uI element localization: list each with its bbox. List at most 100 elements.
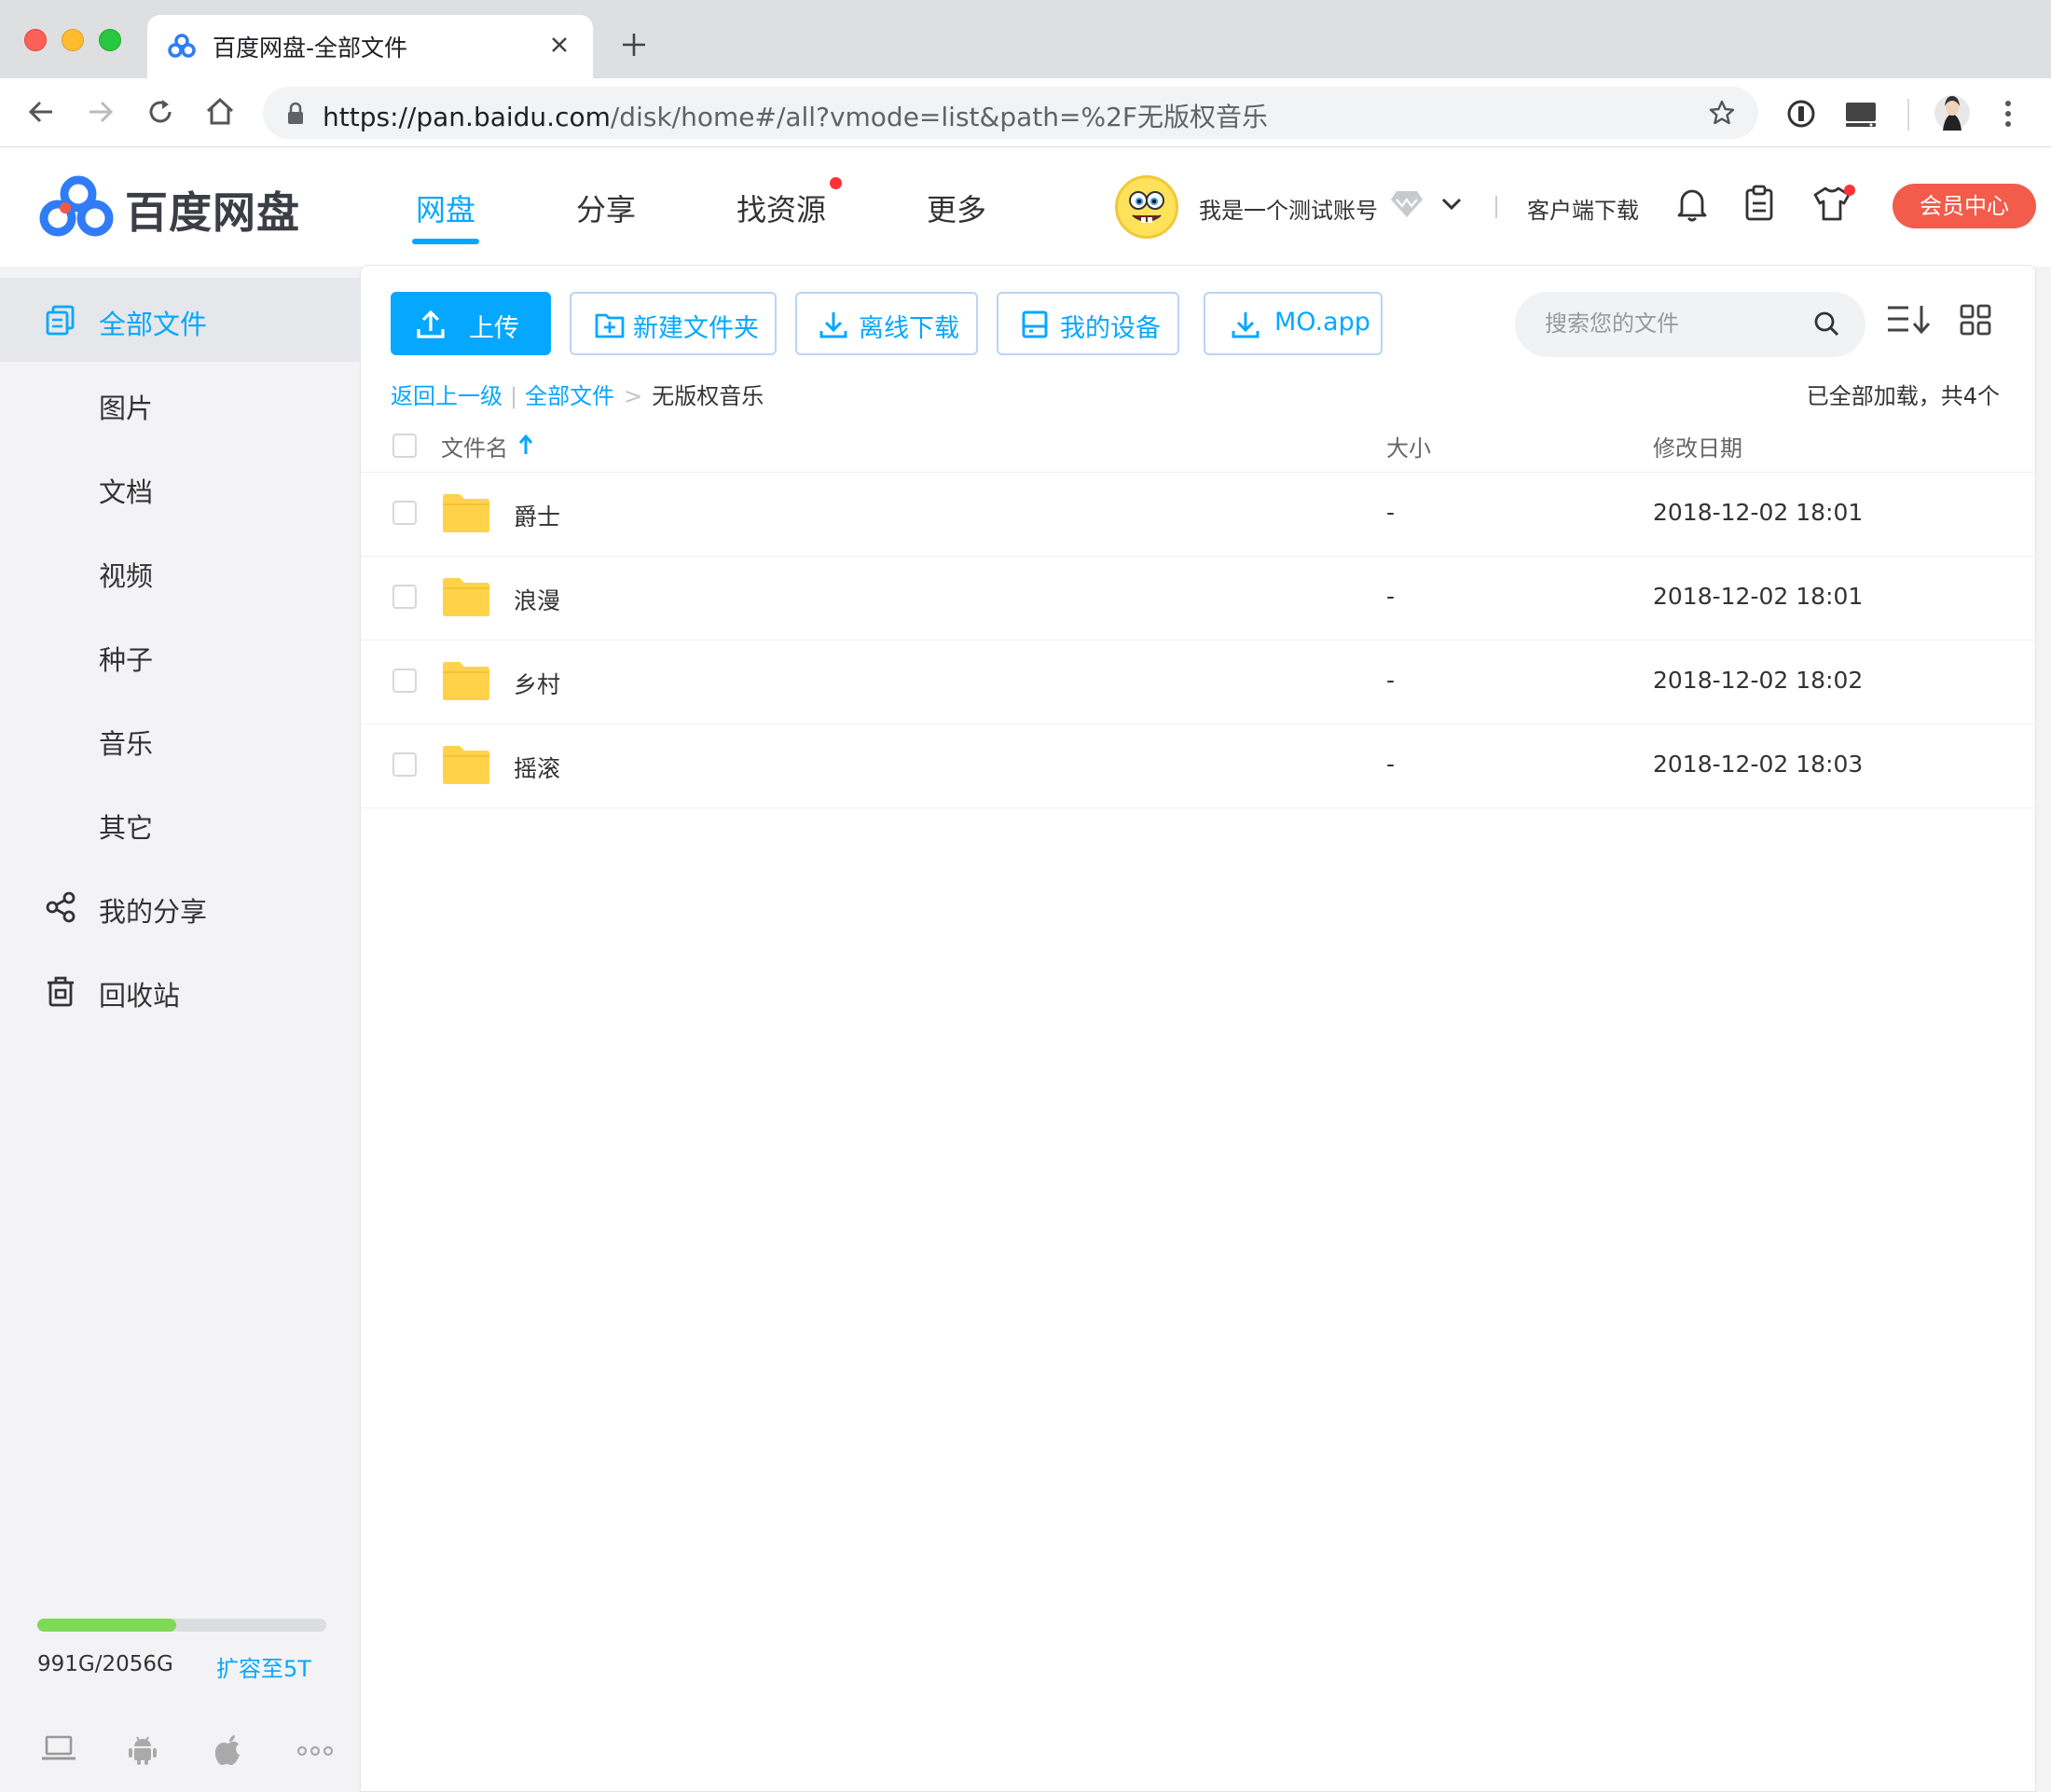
chevron-down-icon[interactable] [1439,194,1464,214]
sidebar-item-videos[interactable]: 视频 [0,530,360,613]
new-folder-icon [594,309,626,340]
url-text: https://pan.baidu.com/disk/home#/all?vmo… [323,102,1268,132]
back-icon[interactable] [24,95,58,129]
maximize-window-button[interactable] [99,29,121,51]
breadcrumb-divider: | [510,383,518,409]
sidebar-item-label: 视频 [99,560,154,592]
sidebar-item-documents[interactable]: 文档 [0,446,360,530]
file-name[interactable]: 爵士 [514,499,560,532]
forward-icon[interactable] [84,95,117,129]
android-icon[interactable] [127,1734,158,1766]
new-folder-label: 新建文件夹 [633,314,759,343]
sidebar-item-recycle-bin[interactable]: 回收站 [0,949,360,1033]
username[interactable]: 我是一个测试账号 [1199,192,1378,225]
row-checkbox[interactable] [392,501,417,525]
address-bar[interactable]: https://pan.baidu.com/disk/home#/all?vmo… [263,87,1758,139]
more-icon[interactable] [296,1745,334,1757]
file-name[interactable]: 摇滚 [514,751,560,784]
search-icon[interactable] [1811,309,1841,338]
row-checkbox[interactable] [392,752,417,777]
sidebar-item-my-shares[interactable]: 我的分享 [0,865,360,949]
search-input[interactable] [1543,307,1804,340]
bell-icon[interactable] [1676,185,1708,222]
nav-netdisk[interactable]: 网盘 [416,186,475,229]
close-tab-icon[interactable] [548,34,571,56]
breadcrumb-root[interactable]: 全部文件 [525,383,614,409]
bookmark-star-icon[interactable] [1708,99,1736,127]
sidebar-item-label: 文档 [99,476,154,508]
column-name[interactable]: 文件名 [441,430,508,462]
breadcrumb: 返回上一级 | 全部文件 > 无版权音乐 [391,378,764,410]
tab-title: 百度网盘-全部文件 [213,34,408,62]
nav-share[interactable]: 分享 [576,186,636,229]
notification-dot [1844,185,1855,196]
vip-center-button[interactable]: 会员中心 [1893,184,2036,228]
nav-active-indicator [412,239,479,244]
browser-tab[interactable]: 百度网盘-全部文件 [147,15,593,78]
table-row[interactable]: 爵士 - 2018-12-02 18:01 [361,473,2037,557]
expand-storage-link[interactable]: 扩容至5T [216,1650,311,1683]
mo-app-button[interactable]: MO.app [1204,292,1383,355]
file-name[interactable]: 浪漫 [514,583,560,616]
sidebar-item-images[interactable]: 图片 [0,362,360,446]
offline-download-label: 离线下载 [859,314,959,343]
header-divider [1495,196,1497,218]
nav-more[interactable]: 更多 [927,186,986,229]
home-icon[interactable] [203,95,237,129]
sidebar-item-music[interactable]: 音乐 [0,697,360,781]
diamond-icon[interactable] [1389,188,1425,220]
file-name[interactable]: 乡村 [514,667,560,700]
password-extension-icon[interactable] [1786,99,1816,129]
new-folder-button[interactable]: 新建文件夹 [570,292,777,355]
nav-find-resources[interactable]: 找资源 [736,186,826,229]
notification-dot [830,177,842,189]
browser-menu-icon[interactable] [2003,99,2014,129]
apple-icon[interactable] [213,1734,244,1768]
profile-avatar[interactable] [1934,91,1971,134]
my-devices-button[interactable]: 我的设备 [997,292,1179,355]
device-extension-icon[interactable] [1844,99,1878,129]
user-avatar[interactable] [1115,175,1178,239]
column-size[interactable]: 大小 [1386,430,1431,462]
download-icon [818,309,849,340]
storage-quota-fill [37,1619,177,1632]
app-header: 百度网盘 网盘 分享 找资源 更多 我是一个测试账号 客户端下载 会员中心 [0,147,2051,267]
back-link[interactable]: 返回上一级 [391,383,502,409]
sort-icon[interactable] [1886,303,1933,337]
reload-icon[interactable] [144,95,177,129]
sidebar-item-other[interactable]: 其它 [0,781,360,865]
column-modified[interactable]: 修改日期 [1653,430,1742,462]
table-row[interactable]: 浪漫 - 2018-12-02 18:01 [361,557,2037,641]
upload-icon [415,309,447,340]
grid-view-icon[interactable] [1959,303,1992,337]
row-checkbox[interactable] [392,585,417,609]
file-modified: 2018-12-02 18:01 [1653,499,1864,526]
toolbar-divider [1907,99,1909,131]
file-modified: 2018-12-02 18:02 [1653,667,1864,694]
row-checkbox[interactable] [392,669,417,693]
sort-ascending-icon[interactable] [517,434,534,456]
loaded-status: 已全部加载，共4个 [1806,383,2000,409]
select-all-checkbox[interactable] [392,434,417,458]
logo-text[interactable]: 百度网盘 [125,179,300,241]
folder-icon [441,491,491,534]
browser-toolbar: https://pan.baidu.com/disk/home#/all?vmo… [0,78,2051,147]
sidebar-item-label: 音乐 [99,728,154,760]
upload-button[interactable]: 上传 [391,292,551,355]
baidu-pan-logo-icon[interactable] [37,175,117,241]
baidu-pan-favicon-icon [168,34,196,58]
sidebar-item-label: 回收站 [99,980,181,1012]
folder-icon [441,575,491,618]
sidebar-item-torrents[interactable]: 种子 [0,613,360,697]
sidebar-item-all-files[interactable]: 全部文件 [0,278,360,362]
laptop-icon[interactable] [41,1734,76,1762]
close-window-button[interactable] [24,29,47,51]
offline-download-button[interactable]: 离线下载 [795,292,978,355]
client-download-link[interactable]: 客户端下载 [1527,192,1639,225]
sidebar-item-label: 种子 [99,644,154,676]
table-row[interactable]: 摇滚 - 2018-12-02 18:03 [361,724,2037,808]
minimize-window-button[interactable] [62,29,84,51]
clipboard-icon[interactable] [1743,185,1775,222]
new-tab-icon[interactable] [619,30,649,60]
table-row[interactable]: 乡村 - 2018-12-02 18:02 [361,641,2037,724]
